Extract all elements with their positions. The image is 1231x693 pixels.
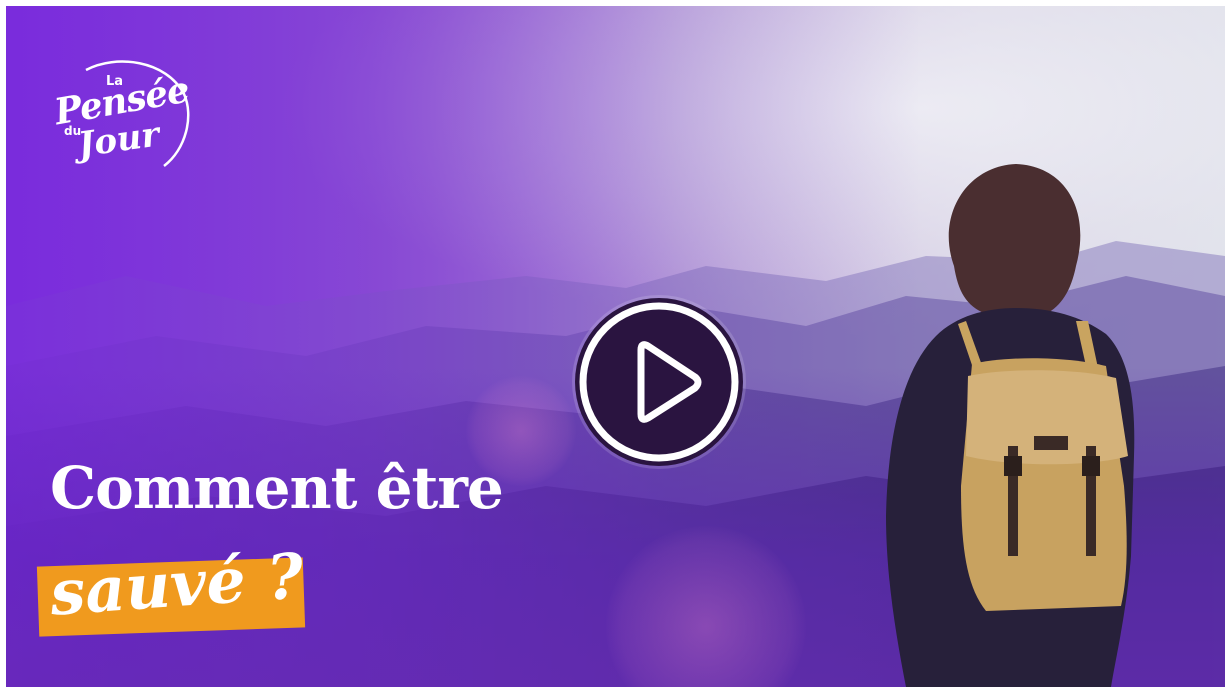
play-icon [579,302,739,462]
video-thumbnail[interactable]: La Pensée du Jour Comment être sauvé ? [6,6,1225,687]
hiker-with-backpack [866,156,1166,687]
video-title-line1: Comment être [50,454,504,522]
play-button[interactable] [575,298,743,466]
la-pensee-du-jour-logo: La Pensée du Jour [46,54,192,179]
